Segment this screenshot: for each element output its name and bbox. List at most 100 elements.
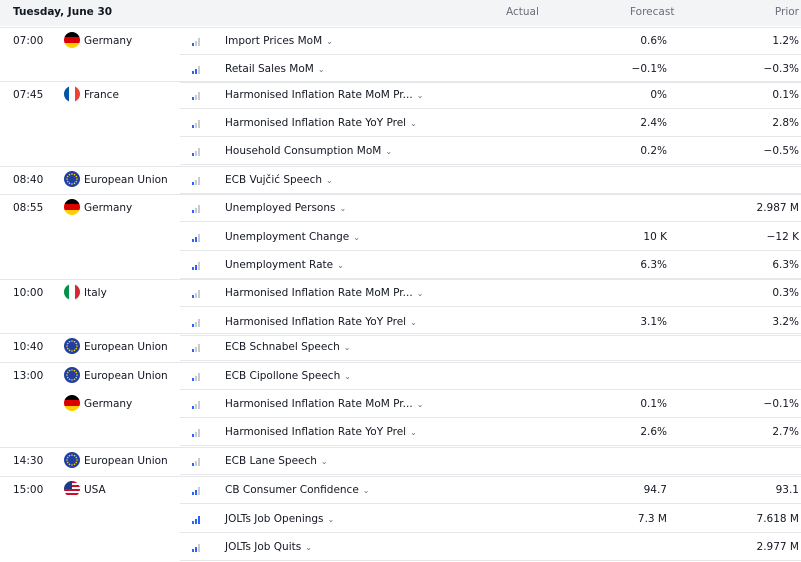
chevron-down-icon[interactable]: ⌄ xyxy=(321,457,328,466)
group-divider xyxy=(0,362,801,363)
event-name[interactable]: Unemployed Persons ⌄ xyxy=(225,202,346,214)
event-row[interactable]: 13:00 European Union ECB Cipollone Speech ⌄ xyxy=(0,362,801,390)
event-row[interactable]: Household Consumption MoM ⌄ 0.2% −0.5% xyxy=(0,137,801,165)
event-name[interactable]: Harmonised Inflation Rate MoM Pr... ⌄ xyxy=(225,89,423,101)
event-row[interactable]: Unemployment Change ⌄ 10 K −12 K xyxy=(0,223,801,251)
event-name[interactable]: CB Consumer Confidence ⌄ xyxy=(225,484,370,496)
flag-european-union-icon xyxy=(64,171,80,187)
flag-european-union-icon xyxy=(64,452,80,468)
event-row[interactable]: 08:40 European Union ECB Vujčić Speech ⌄ xyxy=(0,166,801,194)
importance-bars-icon xyxy=(192,92,201,100)
event-name[interactable]: ECB Cipollone Speech ⌄ xyxy=(225,370,351,382)
event-name[interactable]: Harmonised Inflation Rate MoM Pr... ⌄ xyxy=(225,398,423,410)
column-header-actual[interactable]: Actual xyxy=(506,6,539,18)
prior-value: 0.3% xyxy=(772,287,799,299)
event-name[interactable]: Unemployment Rate ⌄ xyxy=(225,259,344,271)
forecast-value: 0.6% xyxy=(640,35,667,47)
importance-bars-icon xyxy=(192,66,201,74)
event-name[interactable]: Harmonised Inflation Rate MoM Pr... ⌄ xyxy=(225,287,423,299)
row-divider xyxy=(180,360,801,361)
chevron-down-icon[interactable]: ⌄ xyxy=(305,543,312,552)
chevron-down-icon[interactable]: ⌄ xyxy=(353,233,360,242)
prior-value: 1.2% xyxy=(772,35,799,47)
event-name[interactable]: Harmonised Inflation Rate YoY Prel ⌄ xyxy=(225,316,417,328)
event-name[interactable]: Import Prices MoM ⌄ xyxy=(225,35,333,47)
chevron-down-icon[interactable]: ⌄ xyxy=(337,261,344,270)
chevron-down-icon[interactable]: ⌄ xyxy=(344,343,351,352)
event-row[interactable]: Harmonised Inflation Rate YoY Prel ⌄ 2.6% 2… xyxy=(0,418,801,446)
chevron-down-icon[interactable]: ⌄ xyxy=(410,318,417,327)
flag-european-union-icon xyxy=(64,338,80,354)
chevron-down-icon[interactable]: ⌄ xyxy=(326,37,333,46)
column-header-prior[interactable]: Prior xyxy=(775,6,799,18)
row-divider xyxy=(180,474,801,475)
prior-value: 0.1% xyxy=(772,89,799,101)
chevron-down-icon[interactable]: ⌄ xyxy=(344,372,351,381)
event-name[interactable]: Unemployment Change ⌄ xyxy=(225,231,360,243)
event-name[interactable]: ECB Vujčić Speech ⌄ xyxy=(225,174,333,186)
group-divider xyxy=(0,333,801,334)
event-row[interactable]: JOLTs Job Quits ⌄ 2.977 M xyxy=(0,533,801,561)
event-row[interactable]: Unemployment Rate ⌄ 6.3% 6.3% xyxy=(0,251,801,279)
importance-bars-icon xyxy=(192,177,201,185)
event-row[interactable]: Germany Harmonised Inflation Rate MoM Pr.… xyxy=(0,390,801,418)
importance-bars-icon xyxy=(192,148,201,156)
country-name: USA xyxy=(84,484,106,496)
chevron-down-icon[interactable]: ⌄ xyxy=(339,204,346,213)
chevron-down-icon[interactable]: ⌄ xyxy=(363,486,370,495)
event-row[interactable]: 07:00 Germany Import Prices MoM ⌄ 0.6% 1.2% xyxy=(0,27,801,55)
chevron-down-icon[interactable]: ⌄ xyxy=(410,428,417,437)
event-row[interactable]: 10:00 Italy Harmonised Inflation Rate MoM … xyxy=(0,279,801,307)
event-name[interactable]: Household Consumption MoM ⌄ xyxy=(225,145,392,157)
country-name: European Union xyxy=(84,455,168,467)
chevron-down-icon[interactable]: ⌄ xyxy=(417,400,424,409)
column-header-forecast[interactable]: Forecast xyxy=(630,6,674,18)
prior-value: 6.3% xyxy=(772,259,799,271)
row-divider xyxy=(180,164,801,165)
forecast-value: 94.7 xyxy=(643,484,667,496)
forecast-value: 3.1% xyxy=(640,316,667,328)
prior-value: −0.5% xyxy=(763,145,799,157)
event-name-label: Harmonised Inflation Rate YoY Prel xyxy=(225,426,407,438)
event-name-label: ECB Cipollone Speech xyxy=(225,370,341,382)
chevron-down-icon[interactable]: ⌄ xyxy=(385,147,392,156)
event-row[interactable]: 07:45 France Harmonised Inflation Rate MoM… xyxy=(0,81,801,109)
prior-value: −12 K xyxy=(766,231,799,243)
event-time: 15:00 xyxy=(13,484,44,496)
event-name[interactable]: ECB Schnabel Speech ⌄ xyxy=(225,341,350,353)
importance-bars-icon xyxy=(192,38,201,46)
event-row[interactable]: 10:40 European Union ECB Schnabel Speech ⌄ xyxy=(0,333,801,361)
event-row[interactable]: Harmonised Inflation Rate YoY Prel ⌄ 2.4% 2… xyxy=(0,109,801,137)
chevron-down-icon[interactable]: ⌄ xyxy=(328,515,335,524)
row-divider xyxy=(180,221,801,222)
chevron-down-icon[interactable]: ⌄ xyxy=(326,176,333,185)
event-row[interactable]: 15:00 USA CB Consumer Confidence ⌄ 94.7 93.1 xyxy=(0,476,801,504)
chevron-down-icon[interactable]: ⌄ xyxy=(318,65,325,74)
event-name-label: Unemployed Persons xyxy=(225,202,336,214)
event-row[interactable]: 14:30 European Union ECB Lane Speech ⌄ xyxy=(0,447,801,475)
event-name[interactable]: ECB Lane Speech ⌄ xyxy=(225,455,328,467)
event-name-label: JOLTs Job Quits xyxy=(225,541,302,553)
forecast-value: −0.1% xyxy=(631,63,667,75)
row-divider xyxy=(180,306,801,307)
event-name[interactable]: JOLTs Job Quits ⌄ xyxy=(225,541,312,553)
event-name-label: Import Prices MoM xyxy=(225,35,323,47)
event-time: 10:40 xyxy=(13,341,44,353)
group-divider xyxy=(0,81,801,82)
group-divider xyxy=(0,166,801,167)
chevron-down-icon[interactable]: ⌄ xyxy=(417,289,424,298)
event-name[interactable]: Harmonised Inflation Rate YoY Prel ⌄ xyxy=(225,117,417,129)
event-time: 13:00 xyxy=(13,370,44,382)
forecast-value: 0% xyxy=(650,89,667,101)
chevron-down-icon[interactable]: ⌄ xyxy=(417,91,424,100)
event-row[interactable]: 08:55 Germany Unemployed Persons ⌄ 2.987 M xyxy=(0,194,801,222)
chevron-down-icon[interactable]: ⌄ xyxy=(410,119,417,128)
event-row[interactable]: Harmonised Inflation Rate YoY Prel ⌄ 3.1% 3… xyxy=(0,308,801,336)
event-row[interactable]: Retail Sales MoM ⌄ −0.1% −0.3% xyxy=(0,55,801,83)
event-time: 07:00 xyxy=(13,35,44,47)
event-row[interactable]: JOLTs Job Openings ⌄ 7.3 M 7.618 M xyxy=(0,505,801,533)
event-name[interactable]: Harmonised Inflation Rate YoY Prel ⌄ xyxy=(225,426,417,438)
event-name[interactable]: JOLTs Job Openings ⌄ xyxy=(225,513,334,525)
date-heading: Tuesday, June 30 xyxy=(13,6,113,18)
event-name[interactable]: Retail Sales MoM ⌄ xyxy=(225,63,325,75)
